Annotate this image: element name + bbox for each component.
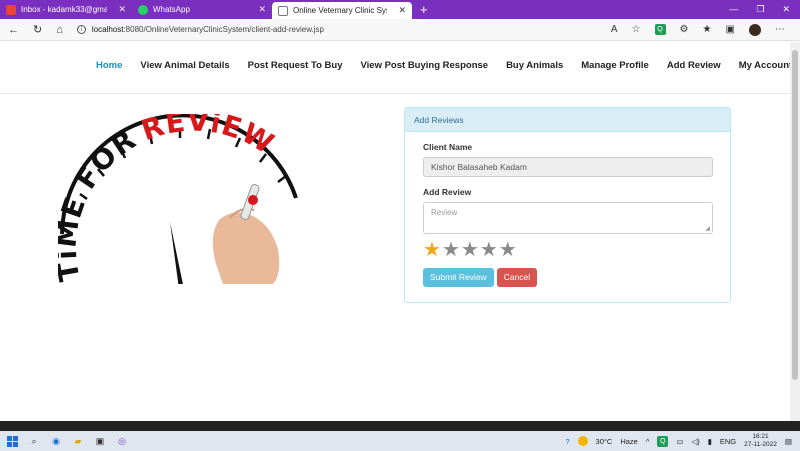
- nav-post-request-to-buy[interactable]: Post Request To Buy: [248, 60, 343, 71]
- read-aloud-icon[interactable]: A: [611, 24, 618, 35]
- whatsapp-icon: [138, 4, 148, 15]
- window-controls: — ❐ ✕: [729, 4, 800, 15]
- clock-hand: [170, 222, 183, 284]
- star-icon-5[interactable]: ★: [499, 240, 517, 260]
- profile-avatar[interactable]: [748, 23, 761, 36]
- clock-time: 16:21: [752, 433, 769, 440]
- scrollbar-thumb[interactable]: [792, 50, 798, 380]
- star-icon-2[interactable]: ★: [442, 240, 460, 260]
- minimize-icon[interactable]: —: [729, 4, 738, 15]
- close-icon[interactable]: ✕: [258, 4, 266, 15]
- restore-icon[interactable]: ❐: [756, 4, 764, 15]
- more-icon[interactable]: ⋯: [775, 24, 785, 35]
- url-path: :8080/OnlineVeternaryClinicSystem/client…: [123, 25, 324, 34]
- tab-whatsapp[interactable]: WhatsApp ✕: [132, 0, 272, 19]
- windows-taskbar: ⌕ ◉ ▰ ▣ ◎ ? 30°C Haze ^ Q ▭ ◁) ▮ ENG 16:…: [0, 431, 800, 451]
- close-icon[interactable]: ✕: [398, 5, 406, 16]
- tab-veterinary-clinic[interactable]: Online Veternary Clinic System ✕: [272, 2, 412, 19]
- nav-manage-profile[interactable]: Manage Profile: [581, 60, 649, 71]
- gmail-icon: [6, 4, 16, 15]
- file-explorer-icon[interactable]: ▰: [72, 435, 84, 447]
- nav-buy-animals[interactable]: Buy Animals: [506, 60, 563, 71]
- review-textarea[interactable]: Review ◢: [423, 202, 713, 234]
- hand-with-marker: [212, 184, 280, 284]
- start-button[interactable]: [6, 435, 18, 447]
- extension-icon[interactable]: Q: [654, 24, 666, 35]
- client-name-field[interactable]: Kishor Balasaheb Kadam: [423, 157, 713, 177]
- page-icon: [278, 5, 288, 16]
- favorites-icon[interactable]: ★: [702, 24, 711, 35]
- browser-toolbar: A ☆ Q ⚙ ★ ▣ ⋯: [611, 23, 800, 36]
- app-icon[interactable]: ◎: [116, 435, 128, 447]
- nav-home[interactable]: Home: [96, 60, 122, 71]
- system-tray: ? 30°C Haze ^ Q ▭ ◁) ▮ ENG 16:21 27-11-2…: [565, 433, 800, 449]
- network-icon[interactable]: ▭: [676, 437, 683, 446]
- resize-grip-icon[interactable]: ◢: [705, 225, 710, 232]
- windows-logo-icon: [6, 435, 18, 447]
- submit-review-button[interactable]: Submit Review: [423, 268, 494, 287]
- tab-label: WhatsApp: [153, 5, 190, 14]
- search-icon[interactable]: ⌕: [28, 435, 40, 447]
- refresh-icon[interactable]: ↻: [33, 23, 42, 36]
- address-bar-row: ← ↻ ⌂ i localhost:8080/OnlineVeternaryCl…: [0, 19, 800, 41]
- star-rating: ★ ★ ★ ★ ★: [423, 240, 712, 260]
- back-icon[interactable]: ←: [8, 24, 19, 36]
- nav-add-review[interactable]: Add Review: [667, 60, 721, 71]
- client-name-label: Client Name: [423, 142, 473, 152]
- page-footer: [0, 421, 800, 431]
- browser-tab-strip: Inbox - kadamk33@gmail.com ✕ WhatsApp ✕ …: [0, 0, 800, 19]
- nav-view-post-buying-response[interactable]: View Post Buying Response: [360, 60, 488, 71]
- terminal-icon[interactable]: ▣: [94, 435, 106, 447]
- help-icon[interactable]: ?: [565, 437, 569, 446]
- main-menu: Home View Animal Details Post Request To…: [96, 60, 790, 71]
- tab-gmail[interactable]: Inbox - kadamk33@gmail.com ✕: [0, 0, 132, 19]
- tray-app-icon[interactable]: Q: [657, 435, 669, 447]
- url-field[interactable]: i localhost:8080/OnlineVeternaryClinicSy…: [76, 22, 597, 38]
- new-tab-button[interactable]: +: [412, 2, 436, 17]
- settings-icon[interactable]: ⚙: [680, 24, 689, 35]
- weather-text[interactable]: Haze: [620, 437, 638, 446]
- page-viewport: Home View Animal Details Post Request To…: [0, 42, 790, 421]
- temperature[interactable]: 30°C: [596, 437, 613, 446]
- add-reviews-panel: Add Reviews Client Name Kishor Balasaheb…: [404, 107, 731, 303]
- weather-icon: [577, 436, 588, 446]
- home-icon[interactable]: ⌂: [56, 24, 63, 36]
- nav-view-animal-details[interactable]: View Animal Details: [140, 60, 229, 71]
- illustration-text-red: REViEW: [137, 114, 280, 161]
- close-window-icon[interactable]: ✕: [782, 4, 790, 15]
- close-icon[interactable]: ✕: [118, 4, 126, 15]
- star-icon-3[interactable]: ★: [461, 240, 479, 260]
- illustration-text-black: TiME FOR: [58, 122, 142, 283]
- time-for-review-illustration: TiME FORREViEW: [58, 114, 298, 284]
- review-label: Add Review: [423, 187, 472, 197]
- favorite-icon[interactable]: ☆: [632, 24, 641, 35]
- edge-icon[interactable]: ◉: [50, 435, 62, 447]
- nav-my-account-label: My Account: [738, 60, 790, 71]
- form-buttons: Submit Review Cancel: [423, 268, 712, 287]
- review-placeholder: Review: [431, 208, 458, 217]
- site-navbar: Home View Animal Details Post Request To…: [0, 42, 790, 94]
- volume-icon[interactable]: ◁): [691, 437, 699, 446]
- clock-date: 27-11-2022: [744, 441, 777, 448]
- chevron-up-icon[interactable]: ^: [646, 437, 650, 446]
- notification-icon[interactable]: ▤: [785, 437, 792, 446]
- star-icon-1[interactable]: ★: [423, 240, 441, 260]
- cancel-button[interactable]: Cancel: [496, 268, 538, 287]
- page-scrollbar[interactable]: [790, 42, 800, 421]
- tab-label: Online Veternary Clinic System: [293, 6, 387, 15]
- nav-my-account[interactable]: My Account▼: [739, 60, 790, 71]
- panel-body: Client Name Kishor Balasaheb Kadam Add R…: [405, 132, 730, 297]
- url-host: localhost: [91, 25, 124, 34]
- collections-icon[interactable]: ▣: [725, 24, 734, 35]
- clock[interactable]: 16:21 27-11-2022: [744, 433, 777, 449]
- tab-label: Inbox - kadamk33@gmail.com: [21, 5, 108, 14]
- star-icon-4[interactable]: ★: [480, 240, 498, 260]
- battery-icon[interactable]: ▮: [708, 437, 712, 446]
- language-indicator[interactable]: ENG: [720, 437, 736, 446]
- info-icon[interactable]: i: [76, 25, 86, 34]
- panel-title: Add Reviews: [405, 108, 730, 132]
